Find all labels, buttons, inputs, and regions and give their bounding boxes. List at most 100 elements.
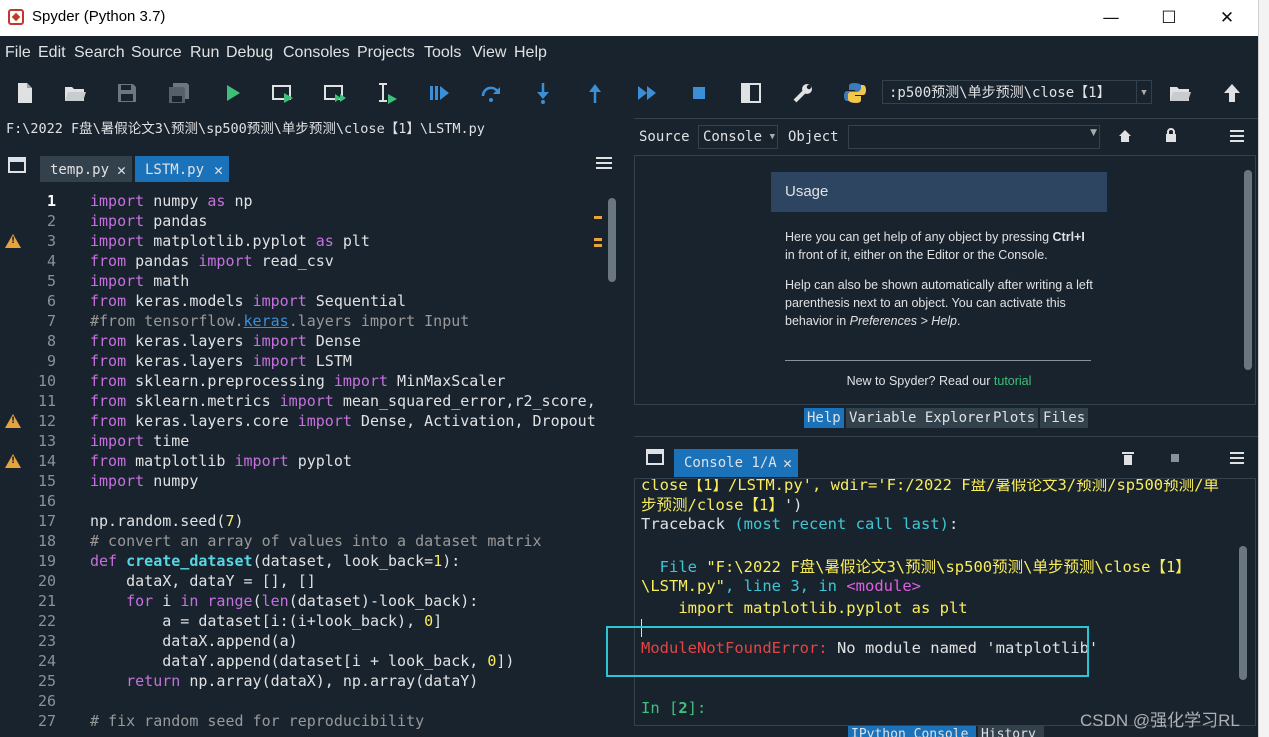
close-icon[interactable]: ✕ [783, 449, 792, 477]
continue-icon[interactable] [636, 82, 658, 104]
menu-file[interactable]: File [5, 44, 31, 62]
menu-debug[interactable]: Debug [226, 44, 273, 62]
editor-horizontal-scrollbar[interactable] [0, 730, 626, 737]
code-line[interactable]: from keras.layers import LSTM [90, 351, 352, 371]
chevron-down-icon[interactable]: ▼ [1090, 128, 1097, 138]
chevron-down-icon[interactable]: ▼ [1136, 81, 1151, 103]
code-line[interactable]: import time [90, 431, 189, 451]
step-return-icon[interactable] [584, 82, 606, 104]
working-directory-combo[interactable]: :p500预测\单步预测\close【1】 ▼ [882, 80, 1152, 104]
maximize-pane-icon[interactable] [740, 82, 762, 104]
code-token: ]) [496, 652, 515, 670]
lock-icon[interactable] [1164, 128, 1178, 143]
code-line[interactable]: from matplotlib import pyplot [90, 451, 352, 471]
debug-icon[interactable] [428, 82, 450, 104]
run-selection-icon[interactable] [376, 82, 398, 104]
code-editor[interactable]: 1 2 3 4 5 6 7 8 9 10 11 12 13 14 15 16 1… [0, 186, 622, 737]
menu-tools[interactable]: Tools [424, 44, 461, 62]
browse-tabs-icon[interactable] [8, 156, 26, 174]
tab-variable-explorer[interactable]: Variable Explorer [846, 408, 996, 428]
code-line[interactable]: for i in range(len(dataset)-look_back): [90, 591, 478, 611]
browse-tabs-icon[interactable] [646, 449, 664, 465]
menu-edit[interactable]: Edit [38, 44, 66, 62]
console-scrollbar[interactable] [1236, 484, 1250, 714]
close-icon[interactable]: ✕ [214, 156, 223, 184]
parent-directory-icon[interactable] [1221, 82, 1243, 104]
menu-view[interactable]: View [472, 44, 506, 62]
menu-projects[interactable]: Projects [357, 44, 415, 62]
code-line[interactable]: import numpy [90, 471, 198, 491]
chevron-down-icon[interactable]: ▼ [770, 126, 775, 148]
tab-files[interactable]: Files [1040, 408, 1089, 428]
scrollbar-thumb[interactable] [1239, 546, 1247, 680]
code-line[interactable]: #from tensorflow.keras.layers import Inp… [90, 311, 469, 331]
code-line[interactable]: dataY.append(dataset[i + look_back, 0]) [90, 651, 514, 671]
object-input[interactable]: ▼ [848, 125, 1100, 149]
code-line[interactable]: dataX.append(a) [90, 631, 297, 651]
options-menu-icon[interactable] [596, 156, 612, 170]
options-menu-icon[interactable] [1230, 130, 1244, 142]
step-icon[interactable] [480, 82, 502, 104]
python-path-icon[interactable] [844, 82, 866, 104]
step-into-icon[interactable] [532, 82, 554, 104]
ipython-console[interactable]: close【1】/LSTM.py', wdir='F:/2022 F盘/暑假论文… [634, 478, 1256, 726]
tab-ipython-console[interactable]: IPython Console [848, 726, 976, 737]
tutorial-link[interactable]: tutorial [994, 374, 1032, 388]
warning-icon[interactable] [5, 414, 21, 428]
close-window-button[interactable]: ✕ [1212, 6, 1242, 30]
minimize-button[interactable]: — [1096, 6, 1126, 30]
browse-directory-icon[interactable] [1169, 82, 1191, 104]
tab-history[interactable]: History [978, 726, 1044, 737]
run-cell-advance-icon[interactable] [324, 82, 346, 104]
stop-kernel-icon[interactable] [1171, 454, 1179, 462]
code-line[interactable]: a = dataset[i:(i+look_back), 0] [90, 611, 442, 631]
open-file-icon[interactable] [64, 82, 86, 104]
run-icon[interactable] [222, 82, 244, 104]
menu-search[interactable]: Search [74, 44, 125, 62]
menu-help[interactable]: Help [514, 44, 547, 62]
save-icon[interactable] [116, 82, 138, 104]
help-scrollbar[interactable] [1242, 160, 1254, 400]
tab-help[interactable]: Help [804, 408, 844, 428]
menu-source[interactable]: Source [131, 44, 182, 62]
stop-debug-icon[interactable] [688, 82, 710, 104]
code-line[interactable]: np.random.seed(7) [90, 511, 244, 531]
code-line[interactable]: def create_dataset(dataset, look_back=1)… [90, 551, 460, 571]
code-line[interactable]: import numpy as np [90, 191, 253, 211]
source-combo[interactable]: Console ▼ [698, 125, 778, 149]
code-line[interactable]: from sklearn.metrics import mean_squared… [90, 391, 596, 411]
new-file-icon[interactable] [14, 82, 36, 104]
tab-temp-py[interactable]: temp.py ✕ [40, 154, 132, 182]
close-icon[interactable]: ✕ [117, 156, 126, 184]
code-line[interactable]: # convert an array of values into a data… [90, 531, 542, 551]
code-line[interactable]: from pandas import read_csv [90, 251, 334, 271]
scrollbar-thumb[interactable] [608, 198, 616, 282]
maximize-button[interactable]: ☐ [1154, 6, 1184, 30]
code-line[interactable]: dataX, dataY = [], [] [90, 571, 316, 591]
code-line[interactable]: from sklearn.preprocessing import MinMax… [90, 371, 505, 391]
code-line[interactable]: import matplotlib.pyplot as plt [90, 231, 370, 251]
code-line[interactable]: from keras.layers.core import Dense, Act… [90, 411, 596, 431]
preferences-icon[interactable] [792, 82, 814, 104]
warning-icon[interactable] [5, 454, 21, 468]
tab-console-1a[interactable]: Console 1/A ✕ [674, 449, 798, 477]
menu-consoles[interactable]: Consoles [283, 44, 350, 62]
save-all-icon[interactable] [168, 82, 190, 104]
warning-icon[interactable] [5, 234, 21, 248]
code-line[interactable]: return np.array(dataX), np.array(dataY) [90, 671, 478, 691]
input-prompt[interactable]: In [2]: [641, 699, 706, 717]
code-line[interactable]: # fix random seed for reproducibility [90, 711, 424, 731]
options-menu-icon[interactable] [1230, 452, 1244, 464]
scrollbar-thumb[interactable] [1244, 170, 1252, 370]
code-line[interactable]: from keras.layers import Dense [90, 331, 361, 351]
code-line[interactable]: import pandas [90, 211, 207, 231]
home-icon[interactable] [1118, 129, 1132, 143]
run-cell-icon[interactable] [272, 82, 294, 104]
trash-icon[interactable] [1122, 451, 1134, 465]
tab-lstm-py[interactable]: LSTM.py ✕ [135, 154, 229, 182]
code-token: len [261, 592, 289, 610]
menu-run[interactable]: Run [190, 44, 219, 62]
tab-plots[interactable]: Plots [990, 408, 1039, 428]
code-line[interactable]: import math [90, 271, 189, 291]
code-line[interactable]: from keras.models import Sequential [90, 291, 406, 311]
